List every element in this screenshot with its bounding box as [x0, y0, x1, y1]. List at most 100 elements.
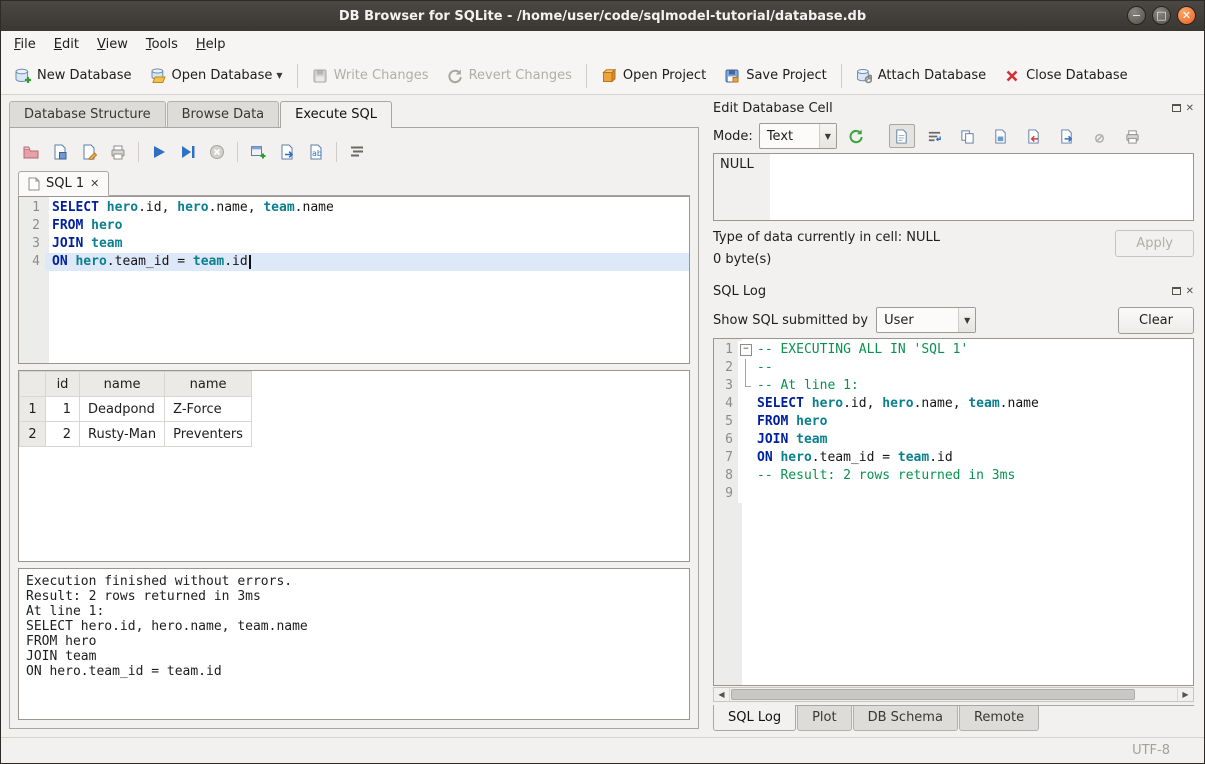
maximize-button[interactable]: □ [1152, 6, 1171, 25]
set-null-icon[interactable] [1087, 124, 1113, 148]
tab-database-structure-label: Database Structure [24, 107, 151, 122]
copy-cell-icon[interactable] [955, 124, 981, 148]
results-column-header[interactable]: id [46, 372, 80, 397]
result-cell[interactable]: Z-Force [165, 397, 252, 422]
line-number: 2 [714, 359, 738, 377]
menu-help[interactable]: Help [187, 34, 235, 55]
code-text: FROM hero [45, 217, 689, 235]
sql-log-view[interactable]: 1-- EXECUTING ALL IN 'SQL 1'2--3-- At li… [713, 338, 1194, 686]
open-sql-file-icon[interactable] [18, 140, 44, 164]
tab-database-structure[interactable]: Database Structure [9, 101, 166, 127]
fold-marker-icon[interactable] [738, 341, 754, 359]
code-line[interactable]: 4SELECT hero.id, hero.name, team.name [714, 395, 1193, 413]
text-view-icon[interactable] [889, 124, 915, 148]
clear-log-button[interactable]: Clear [1118, 307, 1194, 334]
line-number: 9 [714, 485, 738, 503]
result-cell[interactable]: 2 [46, 422, 80, 447]
log-filter-combobox[interactable]: User ▼ [876, 307, 976, 333]
word-wrap-icon[interactable] [922, 124, 948, 148]
code-line[interactable]: 3JOIN team [19, 235, 689, 253]
menu-view[interactable]: View [88, 34, 137, 55]
sql-editor[interactable]: 1SELECT hero.id, hero.name, team.name2FR… [18, 196, 690, 364]
results-grid: idnamename11DeadpondZ-Force22Rusty-ManPr… [18, 370, 690, 562]
write-changes-button[interactable]: Write Changes [304, 64, 437, 88]
close-database-button[interactable]: Close Database [996, 64, 1136, 88]
minimize-button[interactable]: − [1127, 6, 1146, 25]
float-dock-icon[interactable] [1172, 104, 1181, 112]
revert-changes-button[interactable]: Revert Changes [439, 64, 580, 88]
save-sql-as-icon[interactable] [76, 140, 102, 164]
code-line[interactable]: 8-- Result: 2 rows returned in 3ms [714, 467, 1193, 485]
close-button[interactable]: ✕ [1177, 6, 1196, 25]
result-cell[interactable]: 1 [46, 397, 80, 422]
close-dock-icon[interactable]: ✕ [1186, 103, 1194, 114]
cell-value-editor[interactable]: NULL [713, 153, 1194, 221]
apply-button[interactable]: Apply [1115, 230, 1194, 257]
tab-execute-sql[interactable]: Execute SQL [280, 101, 392, 128]
code-text: JOIN team [754, 431, 1193, 449]
dock-tab-db-schema[interactable]: DB Schema [853, 706, 958, 731]
execute-current-line-icon[interactable] [175, 140, 201, 164]
code-line[interactable]: 2-- [714, 359, 1193, 377]
print-sql-icon[interactable] [105, 140, 131, 164]
save-sql-file-icon[interactable] [47, 140, 73, 164]
open-project-icon [601, 68, 617, 84]
open-project-button[interactable]: Open Project [593, 64, 714, 88]
scrollbar-track[interactable] [730, 688, 1177, 701]
export-data-icon[interactable] [1054, 124, 1080, 148]
scroll-left-icon[interactable]: ◀ [714, 688, 730, 701]
result-cell[interactable]: Deadpond [80, 397, 165, 422]
close-tab-icon[interactable]: ✕ [90, 177, 99, 190]
menu-tools[interactable]: Tools [137, 34, 187, 55]
menu-edit[interactable]: Edit [45, 34, 88, 55]
auto-switch-mode-icon[interactable] [843, 124, 869, 148]
mode-combobox[interactable]: Text ▼ [759, 123, 837, 149]
edit-cell-icon-bar [889, 124, 1146, 148]
save-cell-icon[interactable] [988, 124, 1014, 148]
import-data-icon[interactable] [1021, 124, 1047, 148]
new-query-tab-icon[interactable] [245, 140, 271, 164]
execute-all-icon[interactable] [146, 140, 172, 164]
chevron-down-icon[interactable]: ▼ [276, 71, 282, 80]
format-sql-icon[interactable] [344, 140, 370, 164]
result-cell[interactable]: Preventers [165, 422, 252, 447]
scroll-right-icon[interactable]: ▶ [1177, 688, 1193, 701]
encoding-indicator[interactable]: UTF-8 [1132, 743, 1170, 758]
sql-log-dock-titlebar: SQL Log ✕ [713, 280, 1194, 302]
open-database-button[interactable]: Open Database ▼ [142, 64, 291, 88]
dock-tab-sql-log[interactable]: SQL Log [713, 705, 796, 731]
stop-execution-icon[interactable] [204, 140, 230, 164]
results-column-header[interactable]: name [165, 372, 252, 397]
attach-database-button[interactable]: Attach Database [848, 64, 994, 88]
find-replace-icon[interactable]: ab [303, 140, 329, 164]
fold-guide [738, 467, 754, 485]
code-line[interactable]: 4ON hero.team_id = team.id [19, 253, 689, 271]
new-database-button[interactable]: New Database [7, 64, 140, 88]
sql-log-title: SQL Log [713, 284, 1172, 299]
code-line[interactable]: 7ON hero.team_id = team.id [714, 449, 1193, 467]
export-results-icon[interactable] [274, 140, 300, 164]
result-cell[interactable]: Rusty-Man [80, 422, 165, 447]
code-line[interactable]: 9 [714, 485, 1193, 503]
code-line[interactable]: 5FROM hero [714, 413, 1193, 431]
code-line[interactable]: 1-- EXECUTING ALL IN 'SQL 1' [714, 341, 1193, 359]
row-header[interactable]: 1 [20, 397, 46, 422]
scrollbar-thumb[interactable] [731, 689, 1135, 700]
print-cell-icon[interactable] [1120, 124, 1146, 148]
code-line[interactable]: 1SELECT hero.id, hero.name, team.name [19, 199, 689, 217]
log-horizontal-scrollbar[interactable]: ◀ ▶ [713, 687, 1194, 702]
close-dock-icon[interactable]: ✕ [1186, 286, 1194, 297]
save-project-button[interactable]: Save Project [716, 64, 835, 88]
float-dock-icon[interactable] [1172, 287, 1181, 295]
row-header[interactable]: 2 [20, 422, 46, 447]
code-line[interactable]: 2FROM hero [19, 217, 689, 235]
tab-browse-data[interactable]: Browse Data [167, 101, 280, 127]
dock-tab-plot[interactable]: Plot [797, 706, 852, 731]
code-line[interactable]: 3-- At line 1: [714, 377, 1193, 395]
sql-tab[interactable]: SQL 1 ✕ [18, 171, 109, 196]
results-column-header[interactable]: name [80, 372, 165, 397]
edit-cell-title: Edit Database Cell [713, 101, 1172, 116]
code-line[interactable]: 6JOIN team [714, 431, 1193, 449]
dock-tab-remote[interactable]: Remote [959, 706, 1039, 731]
menu-file[interactable]: File [5, 34, 45, 55]
